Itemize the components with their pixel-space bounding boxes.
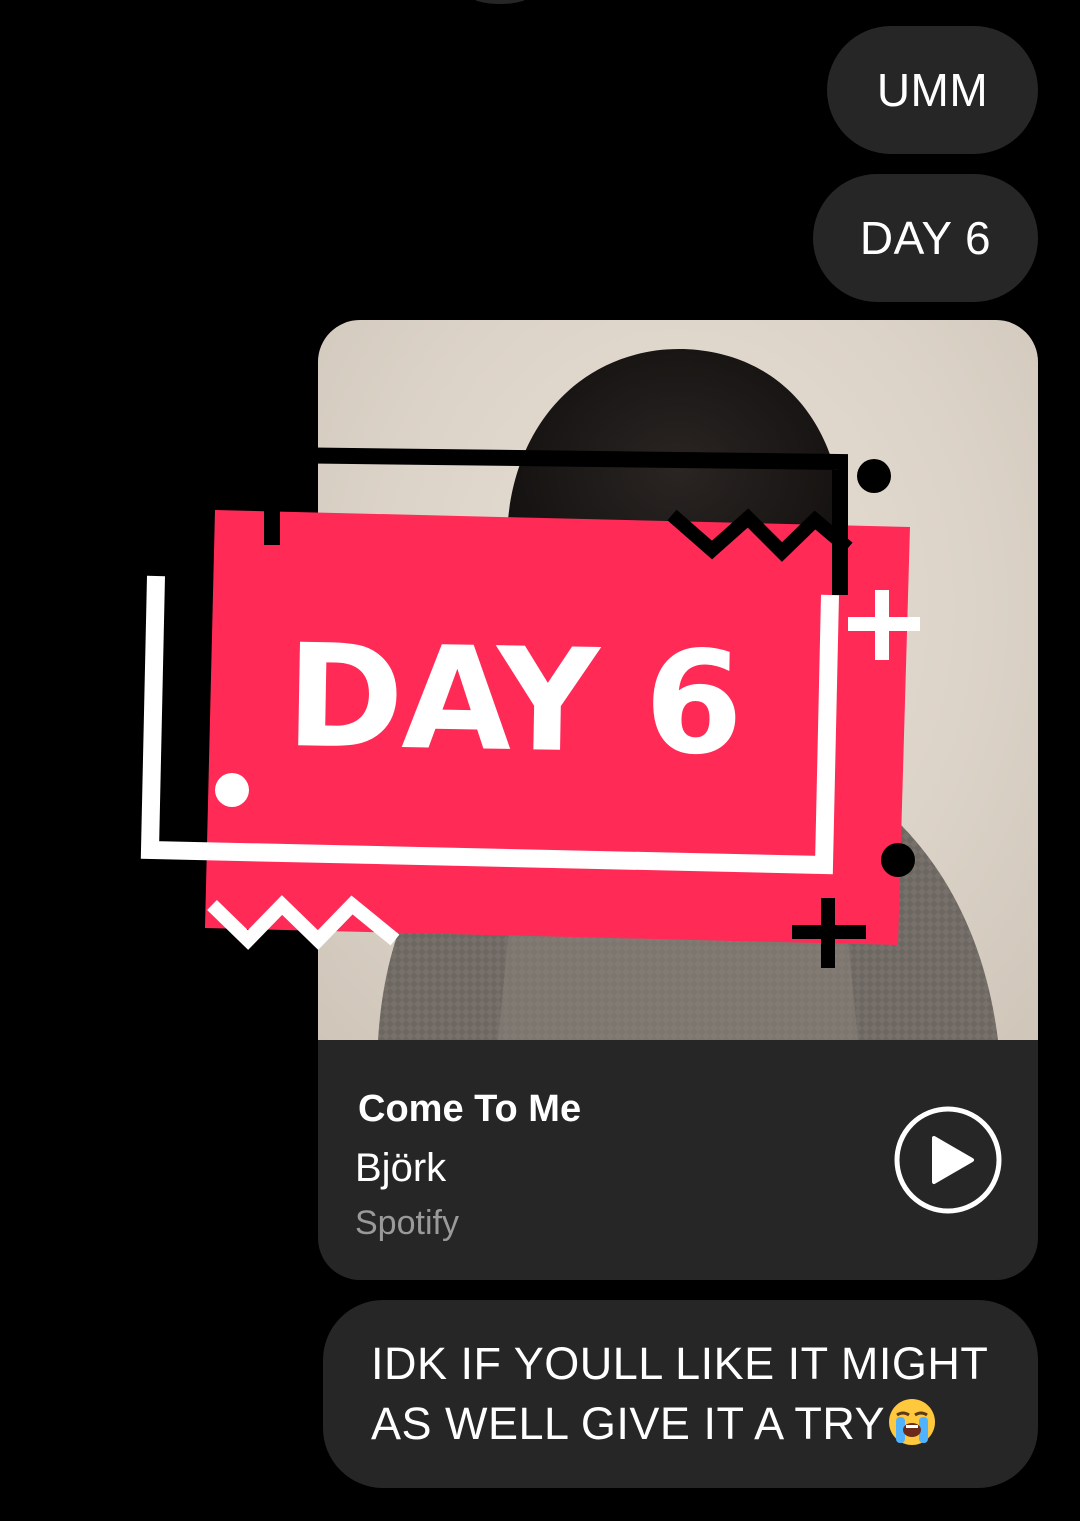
track-source: Spotify — [355, 1204, 459, 1242]
play-button[interactable] — [894, 1106, 1002, 1214]
music-share-card[interactable]: Come To Me Björk Spotify — [318, 320, 1038, 1280]
track-info: Come To Me Björk Spotify — [318, 1040, 1038, 1280]
track-title: Come To Me — [358, 1088, 582, 1130]
previous-message-edge — [470, 0, 530, 4]
message-bubble-umm[interactable]: UMM — [827, 26, 1038, 154]
message-text: UMM — [876, 64, 989, 116]
play-circle-icon — [894, 1106, 1002, 1214]
message-bubble-idk[interactable]: IDK IF YOULL LIKE IT MIGHT AS WELL GIVE … — [323, 1300, 1038, 1488]
loudly-crying-face-icon — [887, 1397, 937, 1447]
track-artist: Björk — [355, 1146, 447, 1190]
cover-day-label: DAY 6 — [284, 614, 743, 787]
message-bubble-day6[interactable]: DAY 6 — [813, 174, 1038, 302]
message-text: DAY 6 — [859, 212, 992, 264]
